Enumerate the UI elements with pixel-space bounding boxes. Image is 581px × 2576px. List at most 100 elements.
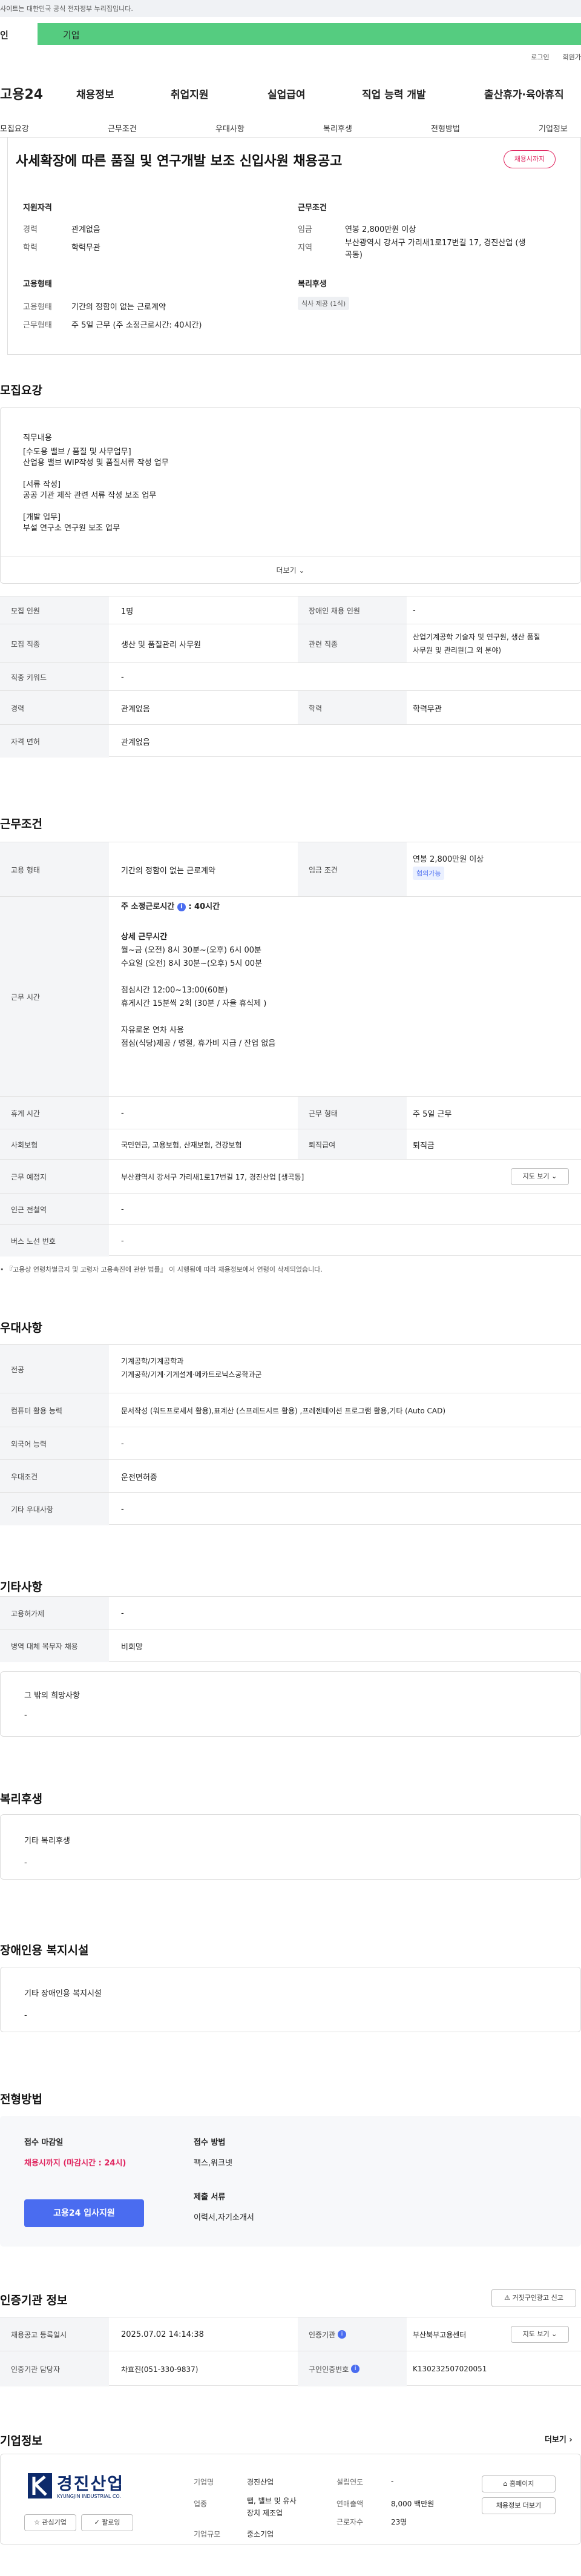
disabled-sub-title: 기타 장애인용 복지시설 xyxy=(24,1989,102,1998)
company-more-link[interactable]: 더보기 › xyxy=(545,2433,573,2445)
info-icon[interactable]: i xyxy=(338,2330,346,2339)
row-label: 관련 직종 xyxy=(298,624,407,663)
row-label: 컴퓨터 활용 능력 xyxy=(0,1393,109,1427)
gov-notice-bar: 사이트는 대한민국 공식 전자정부 누리집입니다. xyxy=(0,0,581,17)
work-map-button[interactable]: 지도 보기 ⌄ xyxy=(511,1168,569,1185)
favorite-company-button[interactable]: ☆ 관심기업 xyxy=(24,2514,76,2531)
section-anchor-nav: 모집요강 근무조건 우대사항 복리후생 전형방법 기업정보 xyxy=(0,121,581,138)
deadline-value: 채용시까지 (마감시간 : 24시) xyxy=(24,2159,126,2168)
duty-line: [서류 작성] xyxy=(23,480,61,489)
anchor-company[interactable]: 기업정보 xyxy=(539,122,568,134)
row-value: - xyxy=(121,1236,124,1246)
process-section-title: 전형방법 xyxy=(0,2093,42,2106)
gnb-item-skills[interactable]: 직업 능력 개발 xyxy=(362,86,426,101)
row-label: 고용 형태 xyxy=(0,842,109,897)
welfare-value: - xyxy=(24,1858,27,1868)
duty-content: [수도용 밸브 / 품질 및 사무업무] 산업용 밸브 WIP작성 및 품질서류 … xyxy=(23,447,169,534)
career-label: 경력 xyxy=(23,225,38,234)
company-logo-text: 경진산업 xyxy=(57,2474,125,2494)
row-label: 장애인 채용 인원 xyxy=(298,596,407,624)
region-value: 부산광역시 강서구 가리새1로17번길 17, 경진산업 (생 곡동) xyxy=(345,239,526,260)
login-link[interactable]: 로그인 xyxy=(531,53,549,61)
anchor-recruit[interactable]: 모집요강 xyxy=(0,122,29,134)
duty-more-button[interactable]: 더보기 ⌄ xyxy=(0,556,581,584)
row-label: 기타 우대사항 xyxy=(0,1493,109,1525)
anchor-pref[interactable]: 우대사항 xyxy=(215,122,245,134)
table-row: 인증기관 담당자 차효진(051-330-9837) 구인인증번호 i K130… xyxy=(0,2351,581,2386)
row-value: 2025.07.02 14:14:38 xyxy=(121,2330,204,2339)
duty-line: [개발 업무] xyxy=(23,513,61,522)
method-title: 접수 방법 xyxy=(194,2138,226,2147)
check-icon: ✓ xyxy=(94,2518,100,2526)
anchor-welfare[interactable]: 복리후생 xyxy=(323,122,352,134)
tab-personal[interactable]: 인 xyxy=(0,23,38,45)
info-icon[interactable]: i xyxy=(177,902,186,911)
homepage-button[interactable]: ⌂ 홈페이지 xyxy=(482,2475,556,2492)
other-request-value: - xyxy=(24,1711,27,1720)
company-jobs-button[interactable]: 채용정보 더보기 xyxy=(482,2497,556,2514)
duty-line: 공공 기관 제작 관련 서류 작성 보조 업무 xyxy=(23,491,157,500)
row-label: 근무 시간 xyxy=(0,897,109,1097)
row-label: 경력 xyxy=(0,691,109,725)
anchor-work[interactable]: 근무조건 xyxy=(108,122,137,134)
company-biz-label: 업종 xyxy=(194,2500,208,2508)
signup-link[interactable]: 회원가 xyxy=(563,53,581,61)
row-value: 퇴직금 xyxy=(413,1141,435,1151)
gnb-item-employment-support[interactable]: 취업지원 xyxy=(171,86,209,101)
row-value: 기간의 정함이 없는 근로계약 xyxy=(121,866,215,876)
home-icon: ⌂ xyxy=(503,2480,508,2488)
pref-section-title: 우대사항 xyxy=(0,1321,42,1335)
follow-button[interactable]: ✓ 팔로잉 xyxy=(81,2514,133,2531)
docs-title: 제출 서류 xyxy=(194,2193,226,2202)
anchor-process[interactable]: 전형방법 xyxy=(431,122,460,134)
row-value: 운전면허증 xyxy=(121,1473,157,1482)
other-request-title: 그 밖의 희망사항 xyxy=(24,1691,80,1700)
table-row: 컴퓨터 활용 능력 문서작성 (워드프로세서 활용),표계산 (스프레드시트 활… xyxy=(0,1393,581,1427)
gov-notice-text: 사이트는 대한민국 공식 전자정부 누리집입니다. xyxy=(0,5,133,13)
row-value: - xyxy=(121,1504,124,1514)
cond-block-title: 근무조건 xyxy=(298,203,327,213)
manager-section-title: 인증기관 정보 xyxy=(0,2294,68,2307)
company-emp-label: 근로자수 xyxy=(336,2518,364,2526)
work-type-label: 근무형태 xyxy=(23,321,52,330)
company-sales-value: 8,000 백만원 xyxy=(391,2500,435,2508)
org-map-button[interactable]: 지도 보기 ⌄ xyxy=(511,2326,569,2343)
table-row: 근무 예정지 부산광역시 강서구 가리새1로17번길 17, 경진산업 [생곡동… xyxy=(0,1159,581,1194)
table-row: 기타 우대사항 - xyxy=(0,1492,581,1525)
site-logo[interactable]: 고용24 xyxy=(0,84,43,103)
edu-value: 학력무관 xyxy=(71,243,100,253)
table-row: 모집 인원 1명 장애인 채용 인원 - xyxy=(0,596,581,624)
wage-value: 연봉 2,800만원 이상 xyxy=(345,225,416,234)
duty-title: 직무내용 xyxy=(23,434,52,443)
row-label: 휴게 시간 xyxy=(0,1097,109,1129)
company-found-value: - xyxy=(391,2477,394,2485)
gnb-item-unemployment-benefit[interactable]: 실업급여 xyxy=(268,86,306,101)
row-value: 차효진(051-330-9837) xyxy=(121,2365,199,2374)
row-label: 인근 전철역 xyxy=(0,1194,109,1225)
gnb-item-leave[interactable]: 출산휴가·육아휴직 xyxy=(484,86,564,101)
row-label: 사회보험 xyxy=(0,1129,109,1160)
disabled-value: - xyxy=(24,2011,27,2020)
tab-company[interactable]: 기업 xyxy=(63,28,80,41)
table-row: 경력 관계없음 학력 학력무관 xyxy=(0,690,581,725)
row-value: 부산북부고용센터 xyxy=(413,2330,467,2339)
row-label: 근무 형태 xyxy=(298,1097,407,1129)
row-value: 관계없음 xyxy=(121,704,150,714)
table-row: 병역 대체 복무자 채용 비희망 xyxy=(0,1629,581,1662)
row-label: 구인인증번호 i xyxy=(298,2351,407,2386)
work-section-title: 근무조건 xyxy=(0,817,42,831)
apply-button[interactable]: 고용24 입사지원 xyxy=(24,2199,144,2227)
row-label: 근무 예정지 xyxy=(0,1160,109,1194)
welfare-box xyxy=(0,1814,581,1880)
other-request-box xyxy=(0,1671,581,1737)
row-label: 인증기관 i xyxy=(298,2317,407,2351)
company-biz-value: 탭, 밸브 및 유사 장치 제조업 xyxy=(247,2497,297,2517)
row-label: 퇴직급여 xyxy=(298,1129,407,1160)
report-false-ad-button[interactable]: ⚠ 거짓구인광고 신고 xyxy=(491,2289,576,2307)
row-value: - xyxy=(121,1108,124,1118)
info-icon[interactable]: i xyxy=(351,2365,360,2373)
row-value: 학력무관 xyxy=(413,704,442,714)
break-line: 휴게시간 15분씩 2회 (30분 / 자율 휴식제 ) xyxy=(121,999,267,1008)
gnb-item-jobs[interactable]: 채용정보 xyxy=(76,86,114,101)
table-row: 모집 직종 생산 및 품질관리 사무원 관련 직종 산업기계공학 기술자 및 연… xyxy=(0,624,581,663)
